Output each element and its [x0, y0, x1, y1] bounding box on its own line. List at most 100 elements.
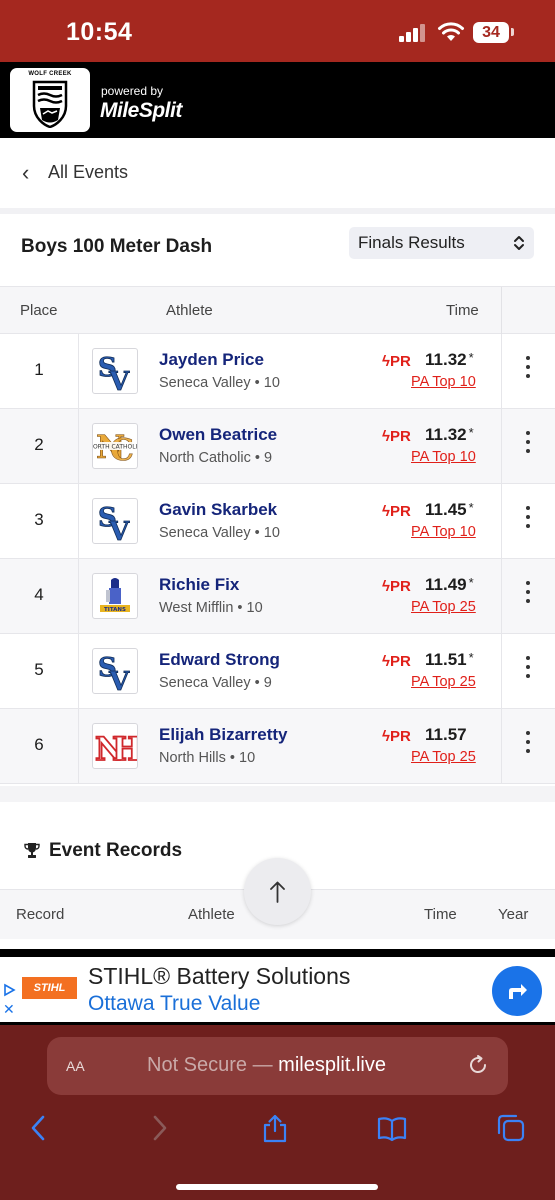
personal-record-badge: ϟPR	[382, 428, 411, 445]
team-logo[interactable]: NH	[92, 723, 138, 769]
share-icon[interactable]	[260, 1113, 290, 1143]
svg-text:V: V	[108, 367, 130, 393]
time-mark: *	[468, 500, 474, 515]
athlete-name[interactable]: Jayden Price	[159, 350, 264, 370]
more-options-icon[interactable]	[522, 506, 534, 532]
place-cell: 6	[34, 735, 44, 754]
back-icon[interactable]	[24, 1113, 54, 1143]
column-separator	[78, 709, 79, 784]
results-type-select[interactable]: Finals Results	[349, 227, 534, 259]
time-value: 11.32	[425, 425, 467, 444]
status-time: 10:54	[66, 18, 133, 46]
column-separator	[501, 709, 502, 784]
security-label: Not Secure —	[147, 1054, 279, 1076]
school-logo[interactable]: WOLF CREEK	[10, 68, 90, 132]
back-navigation[interactable]: ‹ All Events	[0, 138, 555, 208]
svg-text:C: C	[110, 433, 134, 468]
lightning-icon: ϟ	[382, 578, 390, 595]
table-row[interactable]: 1 S V Jayden Price Seneca Valley • 10 ϟPR 11.3…	[0, 334, 555, 409]
ad-close-icon[interactable]: ✕	[3, 1001, 15, 1018]
time-value: 11.32	[425, 350, 467, 369]
athlete-name[interactable]: Owen Beatrice	[159, 425, 277, 445]
place-cell: 3	[34, 510, 44, 529]
place-cell: 1	[34, 360, 44, 379]
reload-icon[interactable]	[467, 1054, 489, 1076]
state-rank-link[interactable]: PA Top 10	[411, 524, 476, 540]
pr-label: PR	[389, 428, 411, 445]
more-options-icon[interactable]	[522, 431, 534, 457]
all-events-link[interactable]: All Events	[48, 162, 128, 183]
header-separator	[501, 287, 502, 335]
header-place: Place	[20, 302, 58, 319]
wifi-icon	[438, 22, 464, 41]
table-row[interactable]: 2 NCNORTH CATHOLIC Owen Beatrice North Cath…	[0, 409, 555, 484]
place-cell: 2	[34, 435, 44, 454]
column-separator	[501, 334, 502, 409]
state-rank-link[interactable]: PA Top 25	[411, 749, 476, 765]
brand-header: WOLF CREEK powered by MileSplit	[0, 62, 555, 138]
athlete-name[interactable]: Gavin Skarbek	[159, 500, 277, 520]
athlete-team-grade: North Hills • 10	[159, 750, 256, 766]
event-records-heading: Event Records	[24, 840, 182, 862]
forward-icon[interactable]	[144, 1113, 174, 1143]
cellular-signal-icon	[399, 24, 429, 42]
url-text[interactable]: Not Secure — milesplit.live	[147, 1054, 386, 1077]
ad-headline[interactable]: STIHL® Battery Solutions	[88, 963, 350, 990]
svg-text:TITANS: TITANS	[104, 607, 126, 613]
home-indicator	[176, 1184, 378, 1190]
athlete-name[interactable]: Richie Fix	[159, 575, 239, 595]
select-chevron-icon	[514, 236, 524, 250]
result-time: 11.51 *	[425, 650, 474, 670]
event-records-title: Event Records	[49, 840, 183, 861]
records-header-athlete: Athlete	[188, 906, 235, 923]
time-value: 11.49	[425, 575, 467, 594]
team-logo[interactable]: SV	[92, 648, 138, 694]
url-host: milesplit.live	[278, 1054, 386, 1076]
time-mark: *	[468, 350, 474, 365]
state-rank-link[interactable]: PA Top 10	[411, 449, 476, 465]
more-options-icon[interactable]	[522, 656, 534, 682]
result-time: 11.32 *	[425, 425, 474, 445]
time-value: 11.45	[425, 500, 467, 519]
personal-record-badge: ϟPR	[382, 728, 411, 745]
place-cell: 5	[34, 660, 44, 679]
column-separator	[78, 634, 79, 709]
team-logo[interactable]: NCNORTH CATHOLIC	[92, 423, 138, 469]
table-row[interactable]: 5 S V Edward Strong Seneca Valley • 9 ϟPR 11.5…	[0, 634, 555, 709]
column-separator	[78, 559, 79, 634]
school-name: WOLF CREEK	[28, 71, 72, 77]
address-bar[interactable]: AA Not Secure — milesplit.live	[47, 1037, 508, 1095]
reader-options-button[interactable]: AA	[66, 1054, 85, 1077]
table-row[interactable]: 4 TITANS Richie Fix West Mifflin • 10 ϟPR 11.…	[0, 559, 555, 634]
ad-subtitle[interactable]: Ottawa True Value	[88, 992, 260, 1016]
team-logo[interactable]: TITANS	[92, 573, 138, 619]
ad-go-button[interactable]	[492, 966, 542, 1016]
tabs-icon[interactable]	[496, 1113, 526, 1143]
result-time: 11.57	[425, 725, 469, 745]
state-rank-link[interactable]: PA Top 25	[411, 599, 476, 615]
milesplit-logo: MileSplit	[100, 99, 182, 122]
athlete-team-grade: Seneca Valley • 9	[159, 675, 272, 691]
table-bottom-spacer	[0, 786, 555, 802]
result-time: 11.32 *	[425, 350, 474, 370]
athlete-name[interactable]: Elijah Bizarretty	[159, 725, 288, 745]
team-logo[interactable]: SV	[92, 348, 138, 394]
advertisement-banner[interactable]: ✕ STIHL STIHL® Battery Solutions Ottawa …	[0, 957, 555, 1025]
scroll-to-top-button[interactable]	[244, 858, 311, 925]
more-options-icon[interactable]	[522, 356, 534, 382]
athlete-team-grade: Seneca Valley • 10	[159, 375, 280, 391]
browser-toolbar: AA Not Secure — milesplit.live	[0, 1025, 555, 1200]
state-rank-link[interactable]: PA Top 10	[411, 374, 476, 390]
records-header-year: Year	[498, 906, 529, 923]
ad-choices-icon[interactable]	[2, 983, 16, 997]
bookmarks-icon[interactable]	[377, 1113, 407, 1143]
table-row[interactable]: 3 S V Gavin Skarbek Seneca Valley • 10 ϟPR 11.…	[0, 484, 555, 559]
more-options-icon[interactable]	[522, 731, 534, 757]
lightning-icon: ϟ	[382, 503, 390, 520]
pr-label: PR	[389, 728, 411, 745]
state-rank-link[interactable]: PA Top 25	[411, 674, 476, 690]
athlete-name[interactable]: Edward Strong	[159, 650, 280, 670]
table-row[interactable]: 6 NH Elijah Bizarretty North Hills • 10 ϟPR 1…	[0, 709, 555, 784]
more-options-icon[interactable]	[522, 581, 534, 607]
team-logo[interactable]: SV	[92, 498, 138, 544]
